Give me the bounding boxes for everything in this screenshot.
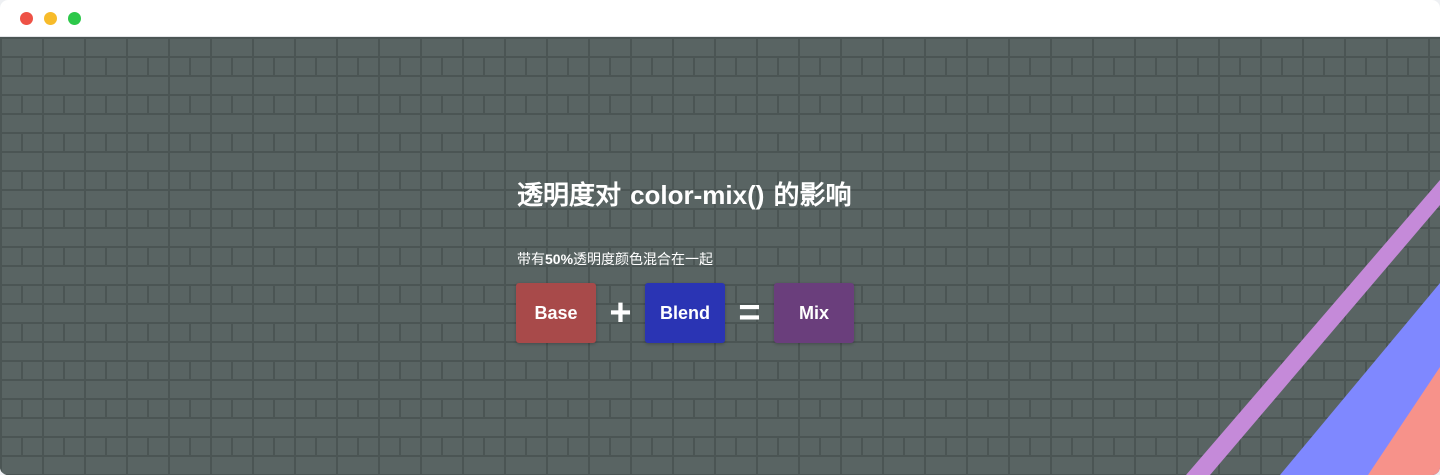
color-mix-equation: Base + Blend = Mix	[516, 283, 854, 343]
close-window-button[interactable]	[20, 12, 33, 25]
page-title: 透明度对 color-mix() 的影响	[517, 175, 852, 212]
subtitle-percent: 50%	[545, 251, 574, 267]
title-prefix: 透明度对	[517, 181, 622, 211]
subtitle-prefix: 带有	[517, 252, 545, 268]
page-subtitle: 带有50%透明度颜色混合在一起	[517, 249, 713, 269]
mix-swatch: Mix	[774, 283, 854, 343]
demo-canvas: 透明度对 color-mix() 的影响 带有50%透明度颜色混合在一起 Bas…	[0, 37, 1440, 475]
window-titlebar	[0, 0, 1440, 37]
plus-sign: +	[609, 292, 632, 334]
base-swatch: Base	[516, 283, 596, 343]
browser-window: 透明度对 color-mix() 的影响 带有50%透明度颜色混合在一起 Bas…	[0, 0, 1440, 475]
brick-wall-pattern	[0, 56, 1440, 475]
subtitle-suffix: 透明度颜色混合在一起	[573, 252, 714, 268]
title-code: color-mix()	[630, 180, 765, 210]
title-suffix: 的影响	[773, 181, 852, 211]
blend-swatch: Blend	[645, 283, 725, 343]
maximize-window-button[interactable]	[68, 12, 81, 25]
equals-sign: =	[738, 292, 761, 334]
minimize-window-button[interactable]	[44, 12, 57, 25]
